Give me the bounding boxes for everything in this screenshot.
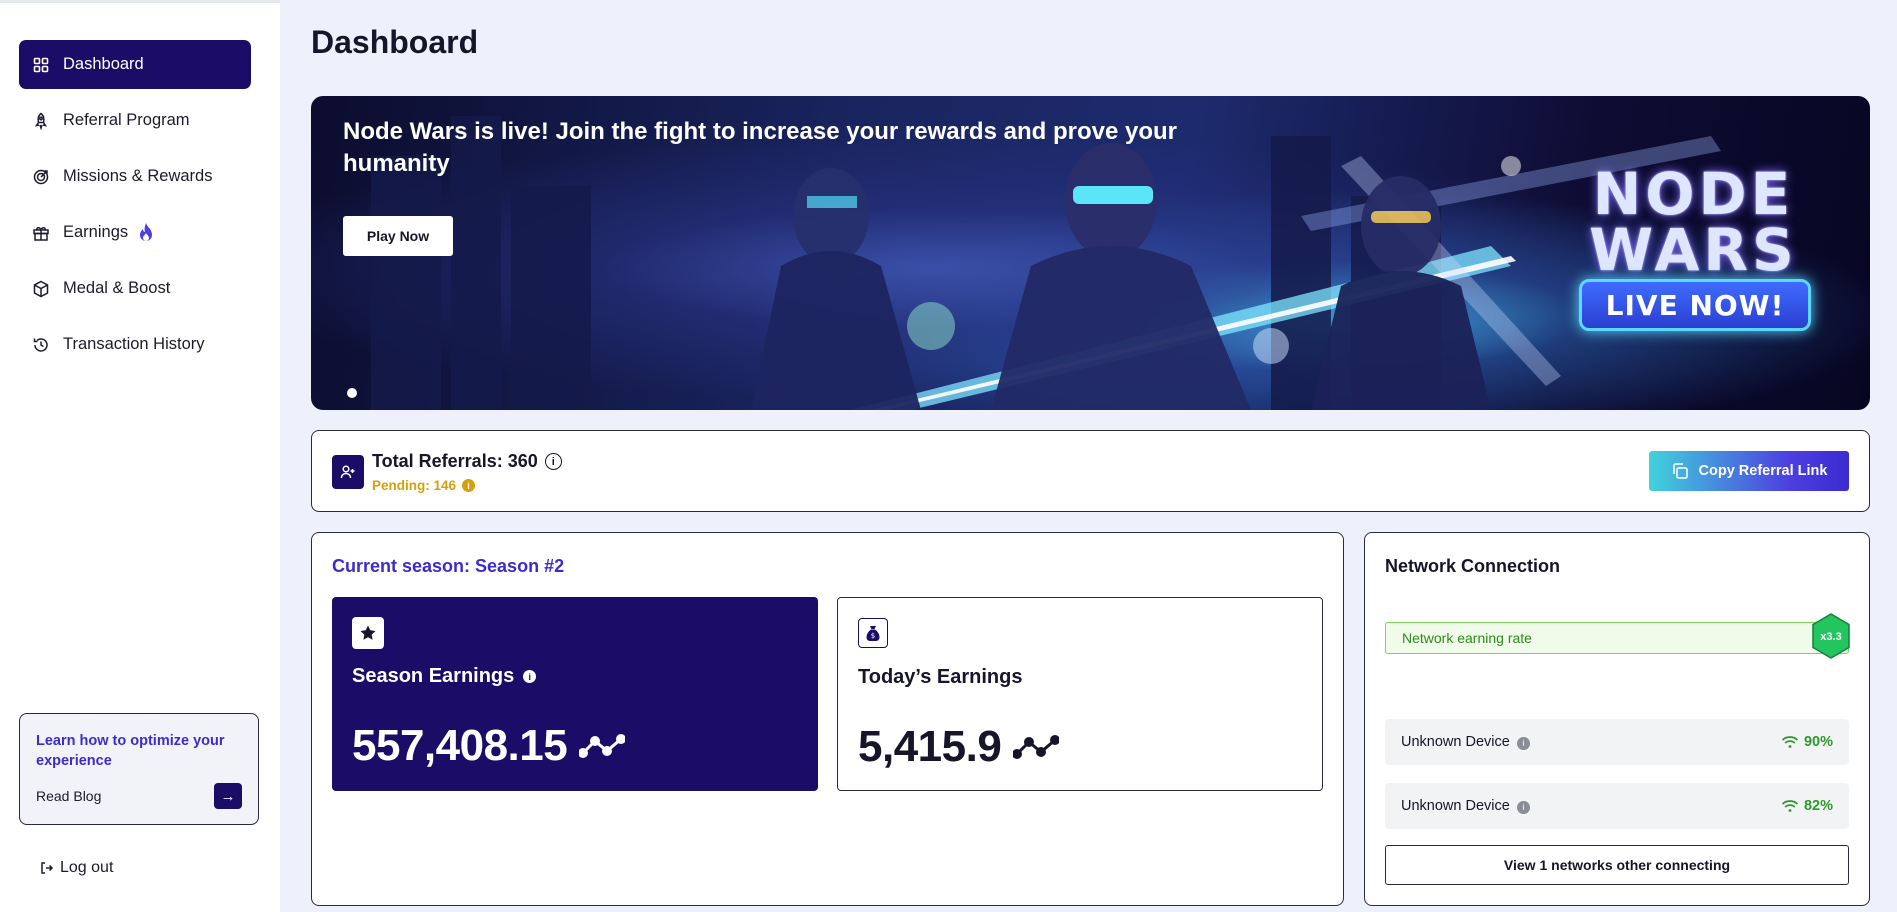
device-name-wrap: Unknown Device i [1401, 734, 1530, 750]
logout-button[interactable]: Log out [40, 859, 113, 877]
node-wars-logo: NODE WARS [1576, 160, 1811, 284]
referral-card: Total Referrals: 360 i Pending: 146 i Co… [311, 430, 1870, 512]
sidebar-item-label: Earnings [63, 223, 129, 241]
wifi-icon [1781, 736, 1799, 748]
today-earnings-value: 5,415.9 [858, 722, 1060, 772]
carousel-dot[interactable] [347, 388, 357, 398]
read-blog-link[interactable]: Read Blog [36, 788, 101, 804]
gift-icon [32, 224, 50, 242]
view-networks-button[interactable]: View 1 networks other connecting [1385, 845, 1849, 885]
device-name: Unknown Device [1401, 798, 1510, 814]
wifi-icon [1781, 800, 1799, 812]
rate-label: Network earning rate [1402, 630, 1532, 646]
read-blog-button[interactable]: → [214, 783, 242, 809]
sidebar-item-label: Missions & Rewards [63, 167, 213, 185]
banner-headline: Node Wars is live! Join the fight to inc… [343, 118, 1177, 177]
sidebar-item-label: Referral Program [63, 111, 190, 129]
learn-row: Read Blog → [36, 783, 242, 809]
season-earnings-text: Season Earnings [352, 665, 515, 687]
season-card: Current season: Season #2 Season Earning… [311, 532, 1344, 906]
logo-line-2: WARS [1589, 216, 1798, 284]
sidebar-item-transaction-history[interactable]: Transaction History [19, 320, 251, 369]
cube-icon [32, 280, 50, 298]
season-earnings-card: Season Earnings i 557,408.15 [332, 597, 818, 791]
copy-referral-link-button[interactable]: Copy Referral Link [1649, 451, 1849, 491]
history-icon [32, 336, 50, 354]
node-wars-banner[interactable]: Node Wars is live! Join the fight to inc… [311, 96, 1870, 410]
total-referrals-text: Total Referrals: 360 [372, 451, 538, 471]
arrow-right-icon: → [220, 787, 236, 805]
sidebar-item-medal-boost[interactable]: Medal & Boost [19, 264, 251, 313]
copy-icon [1672, 463, 1688, 479]
play-now-button[interactable]: Play Now [343, 216, 453, 256]
sidebar-item-earnings[interactable]: Earnings [19, 208, 251, 257]
sidebar-nav: Dashboard Referral Program Missions & Re… [19, 40, 251, 376]
today-earnings-card: $ Today’s Earnings 5,415.9 [837, 597, 1323, 791]
trend-icon [1013, 735, 1060, 759]
season-earnings-number: 557,408.15 [352, 721, 568, 770]
sidebar-item-referral-program[interactable]: Referral Program [19, 96, 251, 145]
sidebar: Dashboard Referral Program Missions & Re… [0, 0, 280, 912]
money-bag-icon: $ [858, 618, 888, 648]
grid-icon [32, 56, 50, 74]
network-connection-card: Network Connection Network earning rate … [1364, 532, 1870, 906]
target-icon [32, 168, 50, 186]
today-earnings-number: 5,415.9 [858, 722, 1002, 771]
copy-referral-label: Copy Referral Link [1698, 463, 1828, 479]
network-title: Network Connection [1385, 556, 1561, 576]
signal-value: 90% [1803, 734, 1833, 750]
pending-info-icon[interactable]: i [462, 479, 476, 492]
sidebar-item-dashboard[interactable]: Dashboard [19, 40, 251, 89]
multiplier-badge: x3.3 [1812, 613, 1850, 659]
info-icon[interactable]: i [544, 453, 562, 470]
sidebar-item-label: Medal & Boost [63, 279, 171, 297]
device-name-wrap: Unknown Device i [1401, 798, 1530, 814]
add-user-icon [332, 455, 364, 489]
signal-value: 82% [1803, 798, 1833, 814]
logout-icon [40, 861, 54, 875]
network-earning-rate-bar: Network earning rate [1385, 622, 1849, 654]
live-now-badge: LIVE NOW! [1579, 279, 1811, 331]
device-info-icon[interactable]: i [1516, 736, 1530, 750]
trend-icon [579, 734, 626, 758]
sidebar-item-label: Transaction History [63, 335, 205, 353]
sidebar-item-label: Dashboard [63, 55, 144, 73]
device-signal: 90% [1781, 734, 1833, 750]
season-earnings-label: Season Earnings i [352, 665, 537, 688]
device-signal: 82% [1781, 798, 1833, 814]
learn-title: Learn how to optimize your experience [36, 733, 225, 769]
season-earnings-value: 557,408.15 [352, 721, 626, 771]
device-info-icon[interactable]: i [1516, 800, 1530, 814]
flame-icon [136, 222, 156, 244]
logo-line-1: NODE [1592, 160, 1795, 228]
season-info-icon[interactable]: i [523, 670, 537, 683]
learn-blog-card: Learn how to optimize your experience Re… [19, 713, 259, 825]
device-row[interactable]: Unknown Device i 90% [1385, 719, 1849, 765]
page-title: Dashboard [311, 24, 479, 60]
pending-text: Pending: 146 [372, 478, 457, 493]
rocket-icon [32, 112, 50, 130]
pending-referrals: Pending: 146 i [372, 478, 476, 493]
star-icon [352, 617, 384, 649]
multiplier-value: x3.3 [1820, 631, 1841, 643]
svg-text:$: $ [871, 632, 875, 640]
today-earnings-label: Today’s Earnings [858, 666, 1023, 688]
device-row[interactable]: Unknown Device i 82% [1385, 783, 1849, 829]
device-name: Unknown Device [1401, 734, 1510, 750]
sidebar-item-missions-rewards[interactable]: Missions & Rewards [19, 152, 251, 201]
total-referrals: Total Referrals: 360 i [372, 451, 562, 472]
season-title: Current season: Season #2 [332, 556, 565, 576]
logout-label: Log out [60, 859, 114, 876]
